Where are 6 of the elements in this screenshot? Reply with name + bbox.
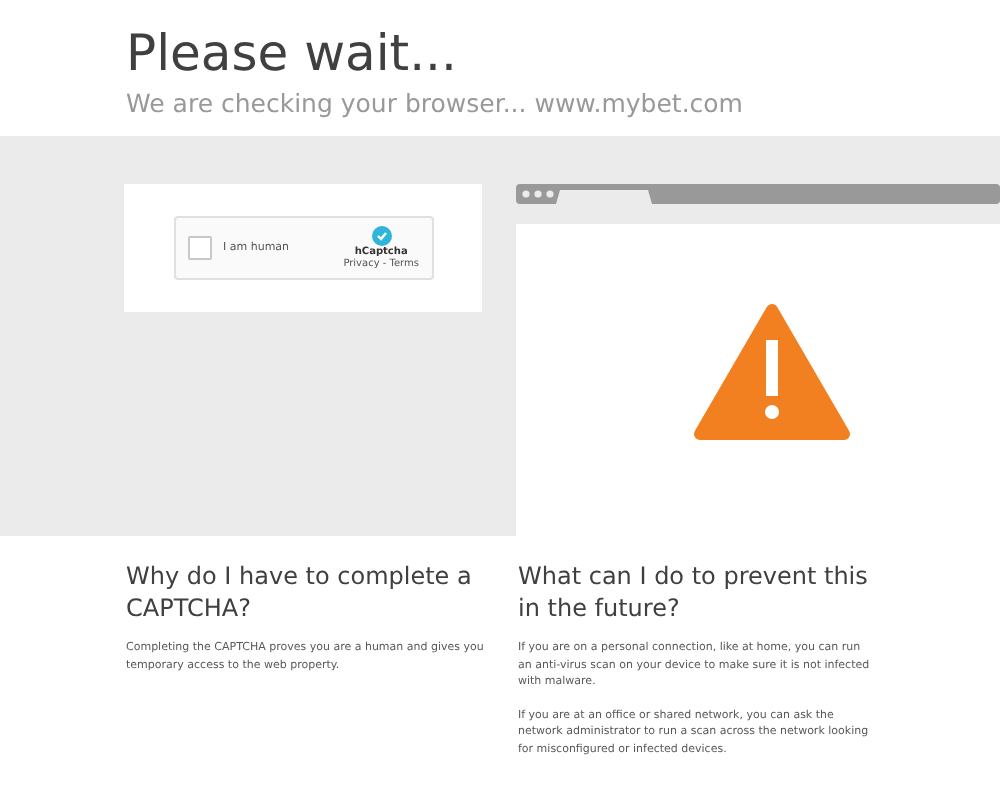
captcha-checkbox[interactable]: [187, 236, 211, 260]
page-title: Please wait...: [126, 24, 459, 84]
logo-icon: [371, 226, 392, 246]
section-heading: Why do I have to complete a CAPTCHA?: [126, 560, 474, 624]
section-heading: What can I do to prevent this in the future?: [518, 560, 870, 624]
page-subtitle: We are checking your browser... www.mybet.com: [126, 88, 745, 120]
